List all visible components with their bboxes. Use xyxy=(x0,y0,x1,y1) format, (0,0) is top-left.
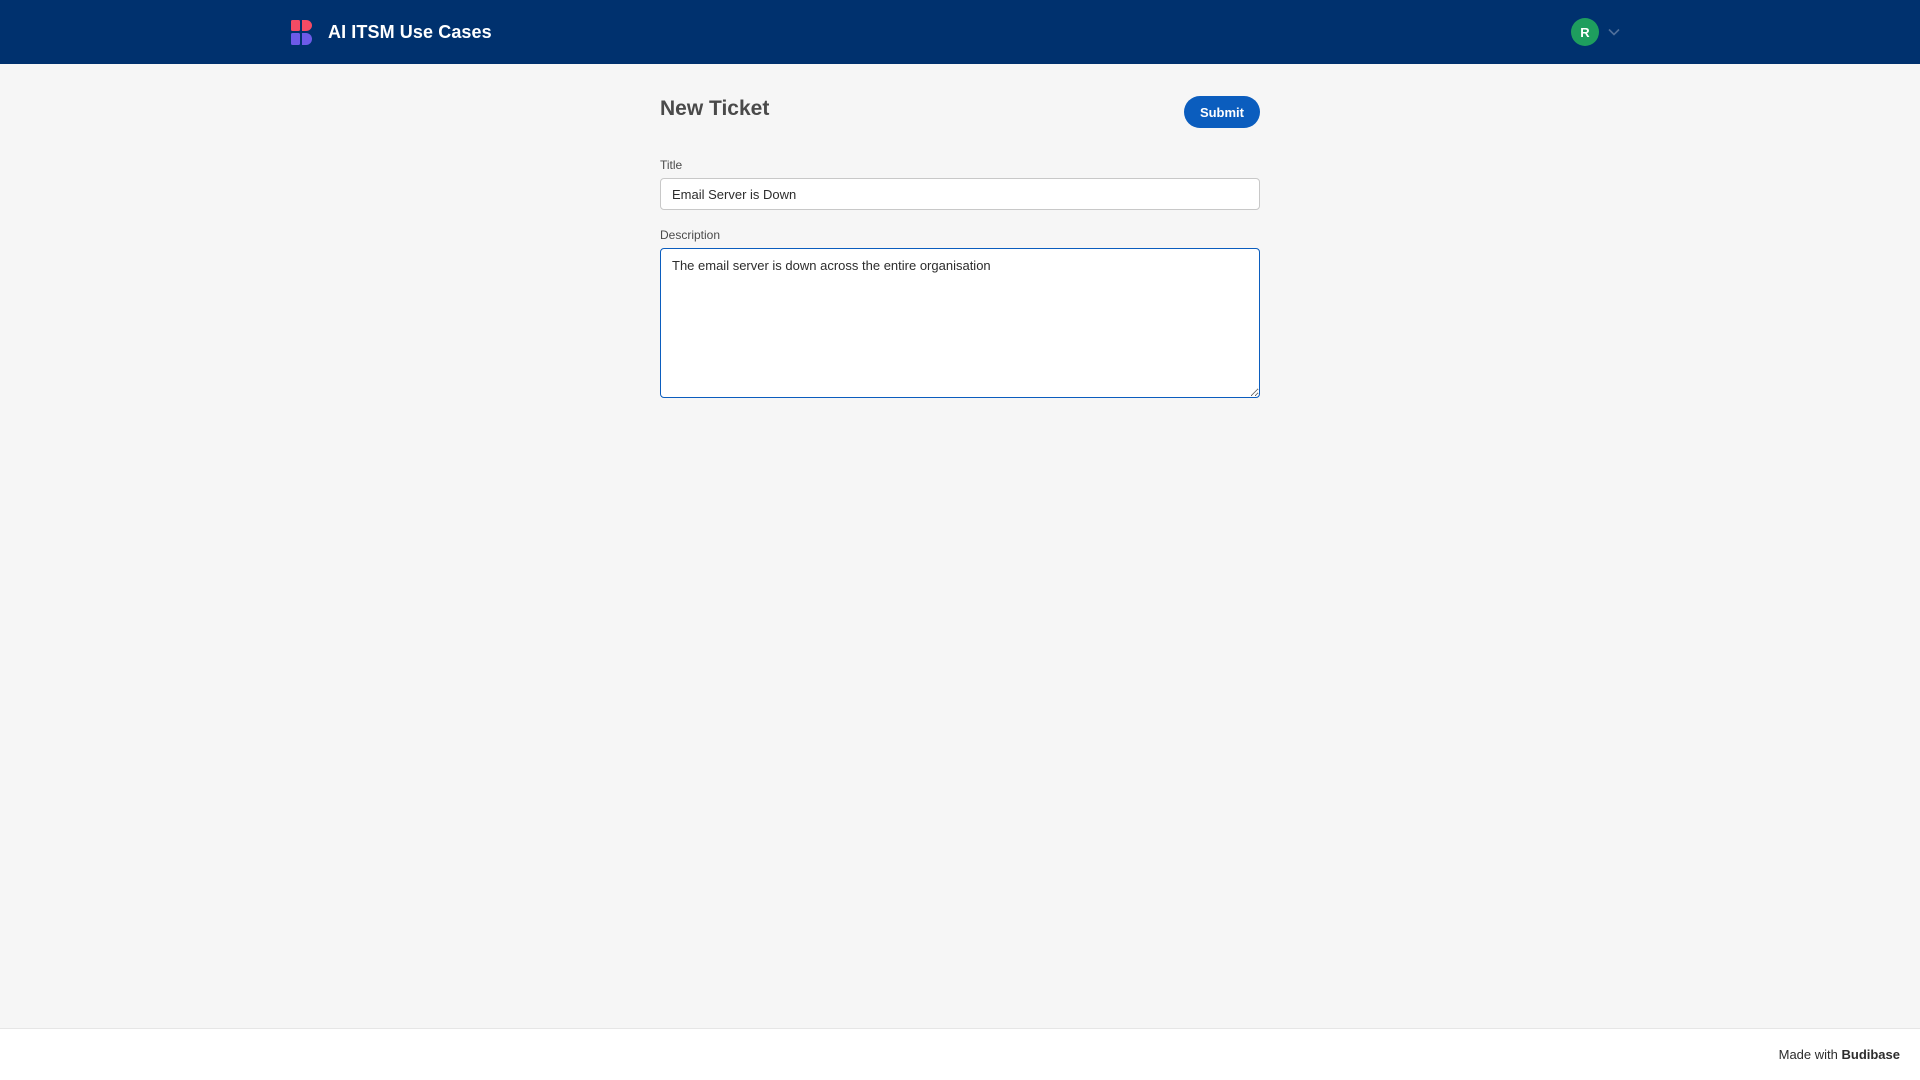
brand[interactable]: AI ITSM Use Cases xyxy=(291,20,492,45)
title-label: Title xyxy=(660,158,683,172)
avatar[interactable]: R xyxy=(1571,18,1599,46)
main-content: New Ticket Submit Title Description The … xyxy=(660,64,1260,398)
page-title: New Ticket xyxy=(660,97,770,120)
chevron-down-icon[interactable] xyxy=(1607,25,1621,39)
app-title: AI ITSM Use Cases xyxy=(328,22,492,42)
top-navigation-bar: AI ITSM Use Cases R xyxy=(0,0,1920,64)
submit-button[interactable]: Submit xyxy=(1183,96,1260,128)
footer: Made with Budibase xyxy=(0,1028,1920,1080)
description-field-group: Description The email server is down acr… xyxy=(660,228,1260,398)
description-textarea[interactable]: The email server is down across the enti… xyxy=(660,248,1260,398)
budibase-logo-icon xyxy=(291,20,312,45)
budibase-brand-text: Budibase xyxy=(1841,1047,1900,1062)
form-header: New Ticket Submit xyxy=(660,64,1260,144)
title-input[interactable] xyxy=(660,178,1260,210)
title-field-group: Title xyxy=(660,158,1260,210)
made-with-text: Made with xyxy=(1778,1047,1838,1062)
description-label: Description xyxy=(660,228,721,242)
user-menu[interactable]: R xyxy=(1571,18,1621,46)
made-with-budibase[interactable]: Made with Budibase xyxy=(1779,1047,1900,1062)
